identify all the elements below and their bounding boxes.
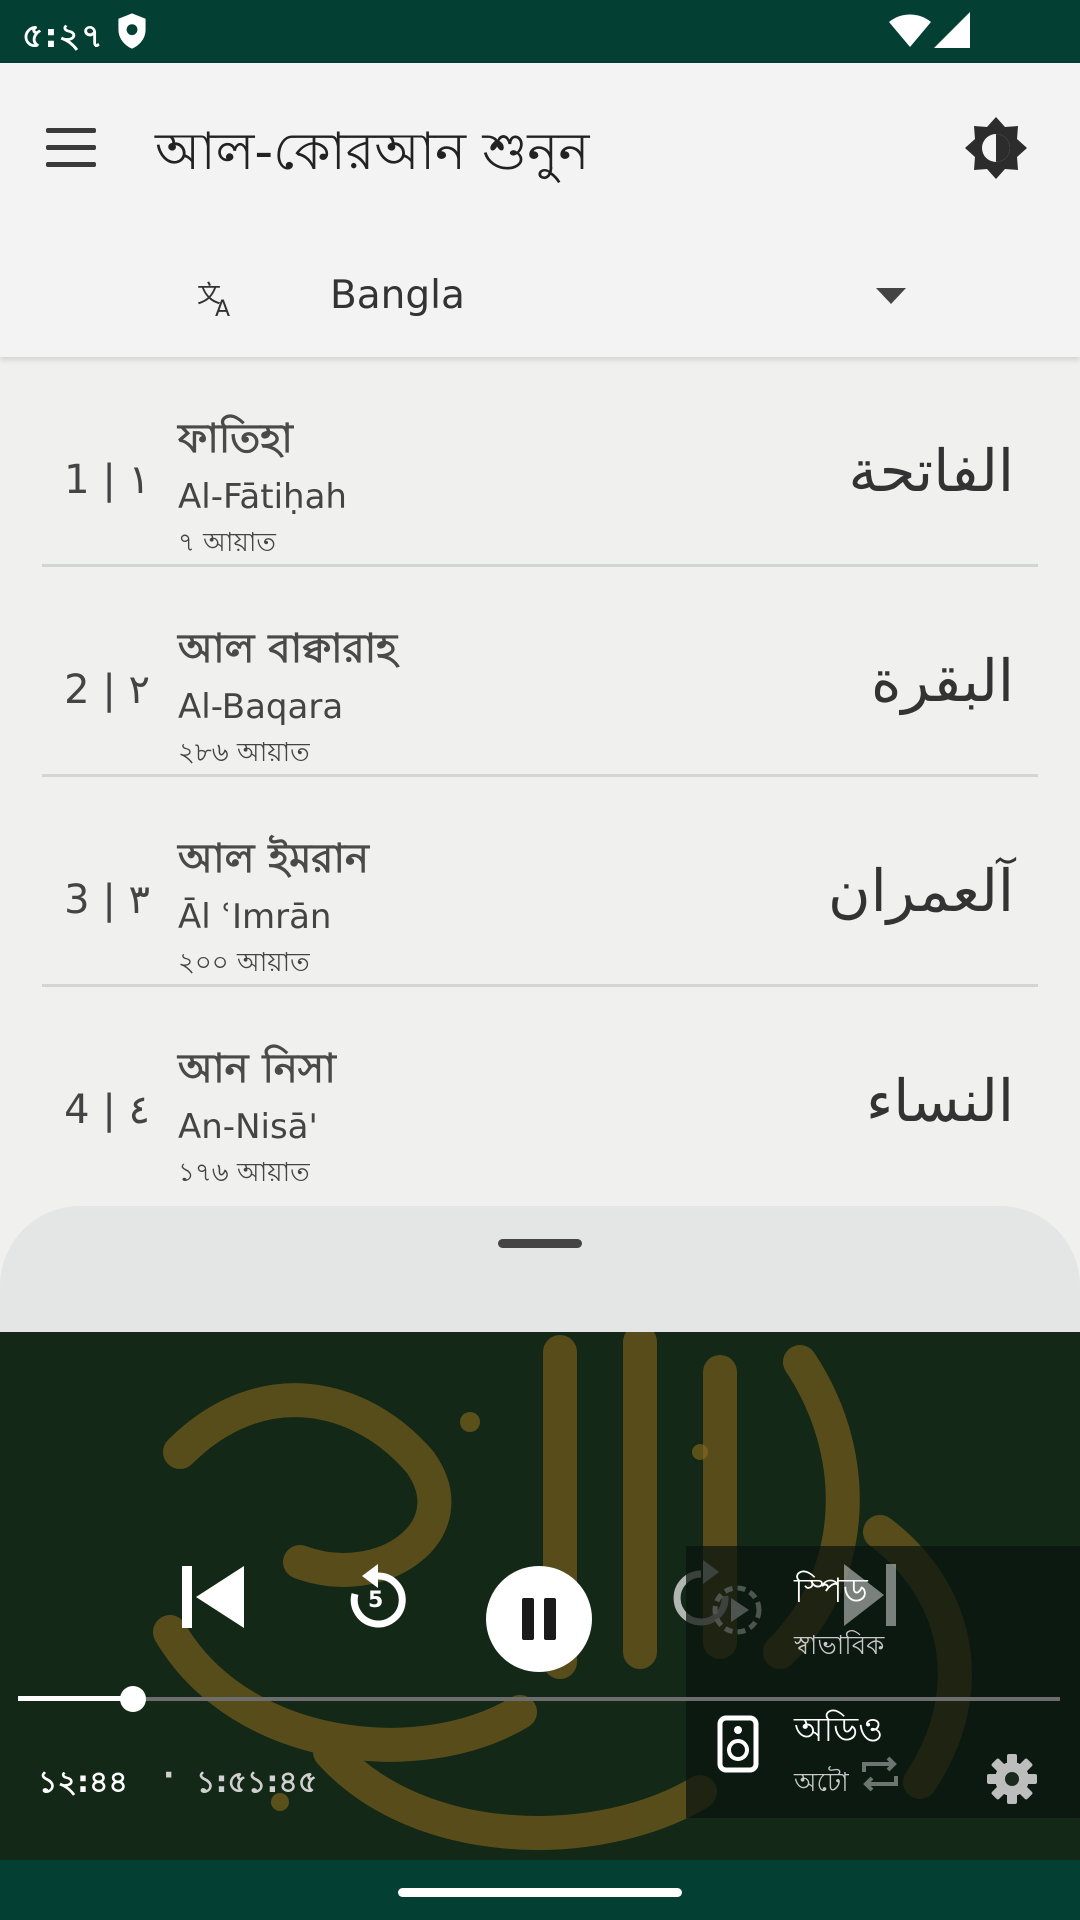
surah-name-latin: Al-Baqara <box>178 687 344 727</box>
surah-name-ar: النساء <box>866 1067 1014 1135</box>
chevron-down-icon[interactable] <box>876 288 906 304</box>
surah-name-bn: আল ইমরান <box>178 836 369 882</box>
language-value: Bangla <box>330 273 465 318</box>
surah-name-latin: An-Nisā' <box>178 1107 318 1147</box>
shield-icon <box>118 13 146 49</box>
surah-name-ar: آلعمران <box>827 857 1014 925</box>
surah-list: 1 | ١ ফাতিহা Al-Fātiḥah ৭ আয়াত الفاتحة … <box>0 357 1080 1197</box>
menu-icon[interactable] <box>46 128 98 168</box>
player-sheet-header[interactable] <box>0 1206 1080 1336</box>
surah-number: 3 | ٣ <box>64 877 150 923</box>
status-time: ৫:২৭ <box>22 16 104 55</box>
replay-5-button[interactable]: 5 <box>338 1560 418 1640</box>
surah-ayat-count: ২৮৬ আয়াত <box>178 738 310 768</box>
progress-track[interactable] <box>18 1697 1060 1701</box>
cell-signal-icon <box>934 12 970 48</box>
time-separator: · <box>163 1758 175 1793</box>
brightness-icon[interactable] <box>963 115 1029 181</box>
surah-name-bn: ফাতিহা <box>178 416 293 462</box>
pause-icon <box>522 1598 534 1640</box>
surah-name-latin: Āl ʿImrān <box>178 897 332 937</box>
surah-ayat-count: ২০০ আয়াত <box>178 948 310 978</box>
surah-number: 1 | ١ <box>64 457 150 503</box>
repeat-icon[interactable] <box>858 1752 902 1796</box>
svg-text:A: A <box>215 297 230 320</box>
navigation-bar <box>0 1860 1080 1920</box>
surah-number: 4 | ٤ <box>64 1087 150 1133</box>
skip-previous-icon[interactable] <box>178 1562 248 1632</box>
language-select[interactable] <box>150 263 930 343</box>
page-title: আল-কোরআন শুনুন <box>155 122 590 182</box>
home-gesture-bar[interactable] <box>398 1888 682 1897</box>
status-bar: ৫:২৭ <box>0 0 1080 63</box>
wifi-icon <box>889 14 931 47</box>
surah-ayat-count: ৭ আয়াত <box>178 528 276 558</box>
drag-handle[interactable] <box>498 1239 582 1248</box>
surah-name-ar: البقرة <box>870 647 1014 715</box>
progress-knob[interactable] <box>120 1686 146 1712</box>
list-item[interactable]: 4 | ٤ আন নিসা An-Nisā' ১৭৬ আয়াত النساء <box>0 987 1080 1197</box>
progress-fill <box>18 1696 133 1701</box>
surah-name-bn: আন নিসা <box>178 1046 336 1092</box>
surah-name-latin: Al-Fātiḥah <box>178 477 347 517</box>
elapsed-time: ১২:৪৪ <box>38 1765 128 1800</box>
speaker-icon[interactable] <box>714 1712 762 1774</box>
replay-seconds: 5 <box>368 1588 384 1613</box>
surah-name-bn: আল বাক্বারাহ <box>178 626 398 672</box>
speed-value[interactable]: স্বাভাবিক <box>794 1625 884 1669</box>
list-item[interactable]: 2 | ٢ আল বাক্বারাহ Al-Baqara ২৮৬ আয়াত ا… <box>0 567 1080 777</box>
surah-number: 2 | ٢ <box>64 667 150 713</box>
app-bar: আল-কোরআন শুনুন 文A Bangla <box>0 63 1080 357</box>
surah-ayat-count: ১৭৬ আয়াত <box>178 1158 310 1188</box>
total-time: ১:৫১:৪৫ <box>196 1765 318 1800</box>
audio-value[interactable]: অটো <box>794 1762 849 1806</box>
list-item[interactable]: 1 | ١ ফাতিহা Al-Fātiḥah ৭ আয়াত الفاتحة <box>0 357 1080 567</box>
speed-label[interactable]: স্পিড <box>794 1565 868 1622</box>
translate-icon: 文A <box>195 276 239 322</box>
settings-icon[interactable] <box>985 1752 1039 1806</box>
list-item[interactable]: 3 | ٣ আল ইমরান Āl ʿImrān ২০০ আয়াত آلعمر… <box>0 777 1080 987</box>
pause-button[interactable] <box>486 1566 592 1672</box>
surah-name-ar: الفاتحة <box>848 437 1014 505</box>
